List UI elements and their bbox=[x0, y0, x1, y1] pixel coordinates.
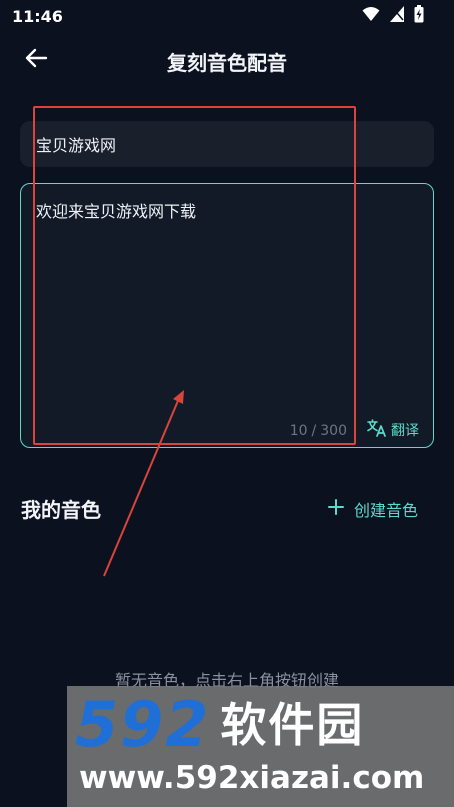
watermark-name: 软件园 bbox=[220, 698, 365, 752]
watermark-digits: 592 bbox=[75, 688, 211, 761]
watermark-logo: 592 软件园 bbox=[75, 694, 364, 756]
watermark-url: www.592xiazai.com bbox=[79, 760, 425, 796]
site-watermark: 592 软件园 www.592xiazai.com bbox=[67, 686, 454, 807]
